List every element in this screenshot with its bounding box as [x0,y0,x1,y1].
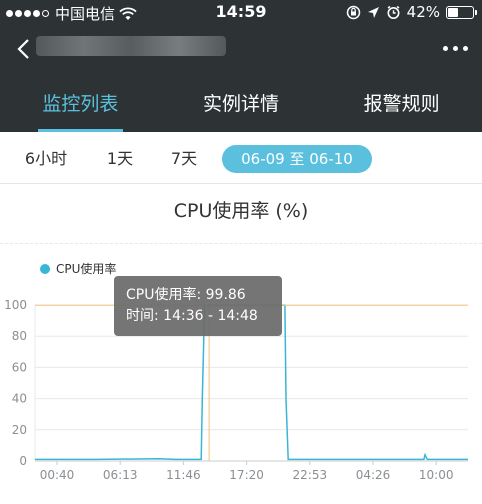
y-tick-label: 100 [4,298,27,312]
range-6h-button[interactable]: 6小时 [18,145,74,173]
chart-legend[interactable]: CPU使用率 [40,260,116,277]
x-tick-label: 00:40 [40,468,75,482]
tab-bar: 监控列表 实例详情 报警规则 [0,76,482,132]
x-tick-label: 17:20 [229,468,264,482]
battery-fill [448,7,458,17]
y-tick-label: 80 [12,329,27,343]
legend-swatch [40,263,50,274]
range-1d-button[interactable]: 1天 [100,145,140,173]
range-custom-button[interactable]: 06-09 至 06-10 [222,145,372,173]
legend-label: CPU使用率 [56,262,117,276]
battery-icon [446,5,477,19]
tooltip-time: 时间: 14:36 - 14:48 [126,308,258,324]
range-7d-button[interactable]: 7天 [164,145,204,173]
status-bar: 中国电信 14:59 42% [0,0,482,24]
tab-monitor-list[interactable]: 监控列表 [0,76,161,132]
nav-bar [0,24,482,76]
tooltip-value: CPU使用率: 99.86 [126,287,246,303]
x-tick-label: 22:53 [293,468,328,482]
status-right: 42% [346,3,477,21]
rotation-lock-icon [346,5,360,19]
back-chevron-icon[interactable] [14,34,38,66]
battery-percent: 42% [406,3,440,21]
tab-alarm-rules[interactable]: 报警规则 [321,76,482,132]
x-tick-label: 11:46 [166,468,201,482]
chart-tooltip: CPU使用率: 99.86 时间: 14:36 - 14:48 [114,276,282,336]
x-tick-label: 10:00 [419,468,454,482]
time-range-filters: 6小时 1天 7天 06-09 至 06-10 [0,132,482,184]
app-header: 中国电信 14:59 42% 监控列表 实例详情 报警规则 [0,0,482,132]
more-options-icon[interactable] [443,36,468,60]
location-arrow-icon [367,6,379,18]
y-tick-label: 20 [12,423,27,437]
x-tick-label: 06:13 [103,468,138,482]
tab-instance-details[interactable]: 实例详情 [161,76,322,132]
y-tick-label: 0 [19,454,27,468]
blurred-instance-title [36,36,226,56]
chart-title: CPU使用率 (%) [173,200,309,222]
y-tick-label: 40 [12,392,27,406]
section-divider [0,243,482,244]
y-tick-label: 60 [12,360,27,374]
alarm-clock-icon [387,5,400,19]
x-tick-label: 04:26 [356,468,391,482]
